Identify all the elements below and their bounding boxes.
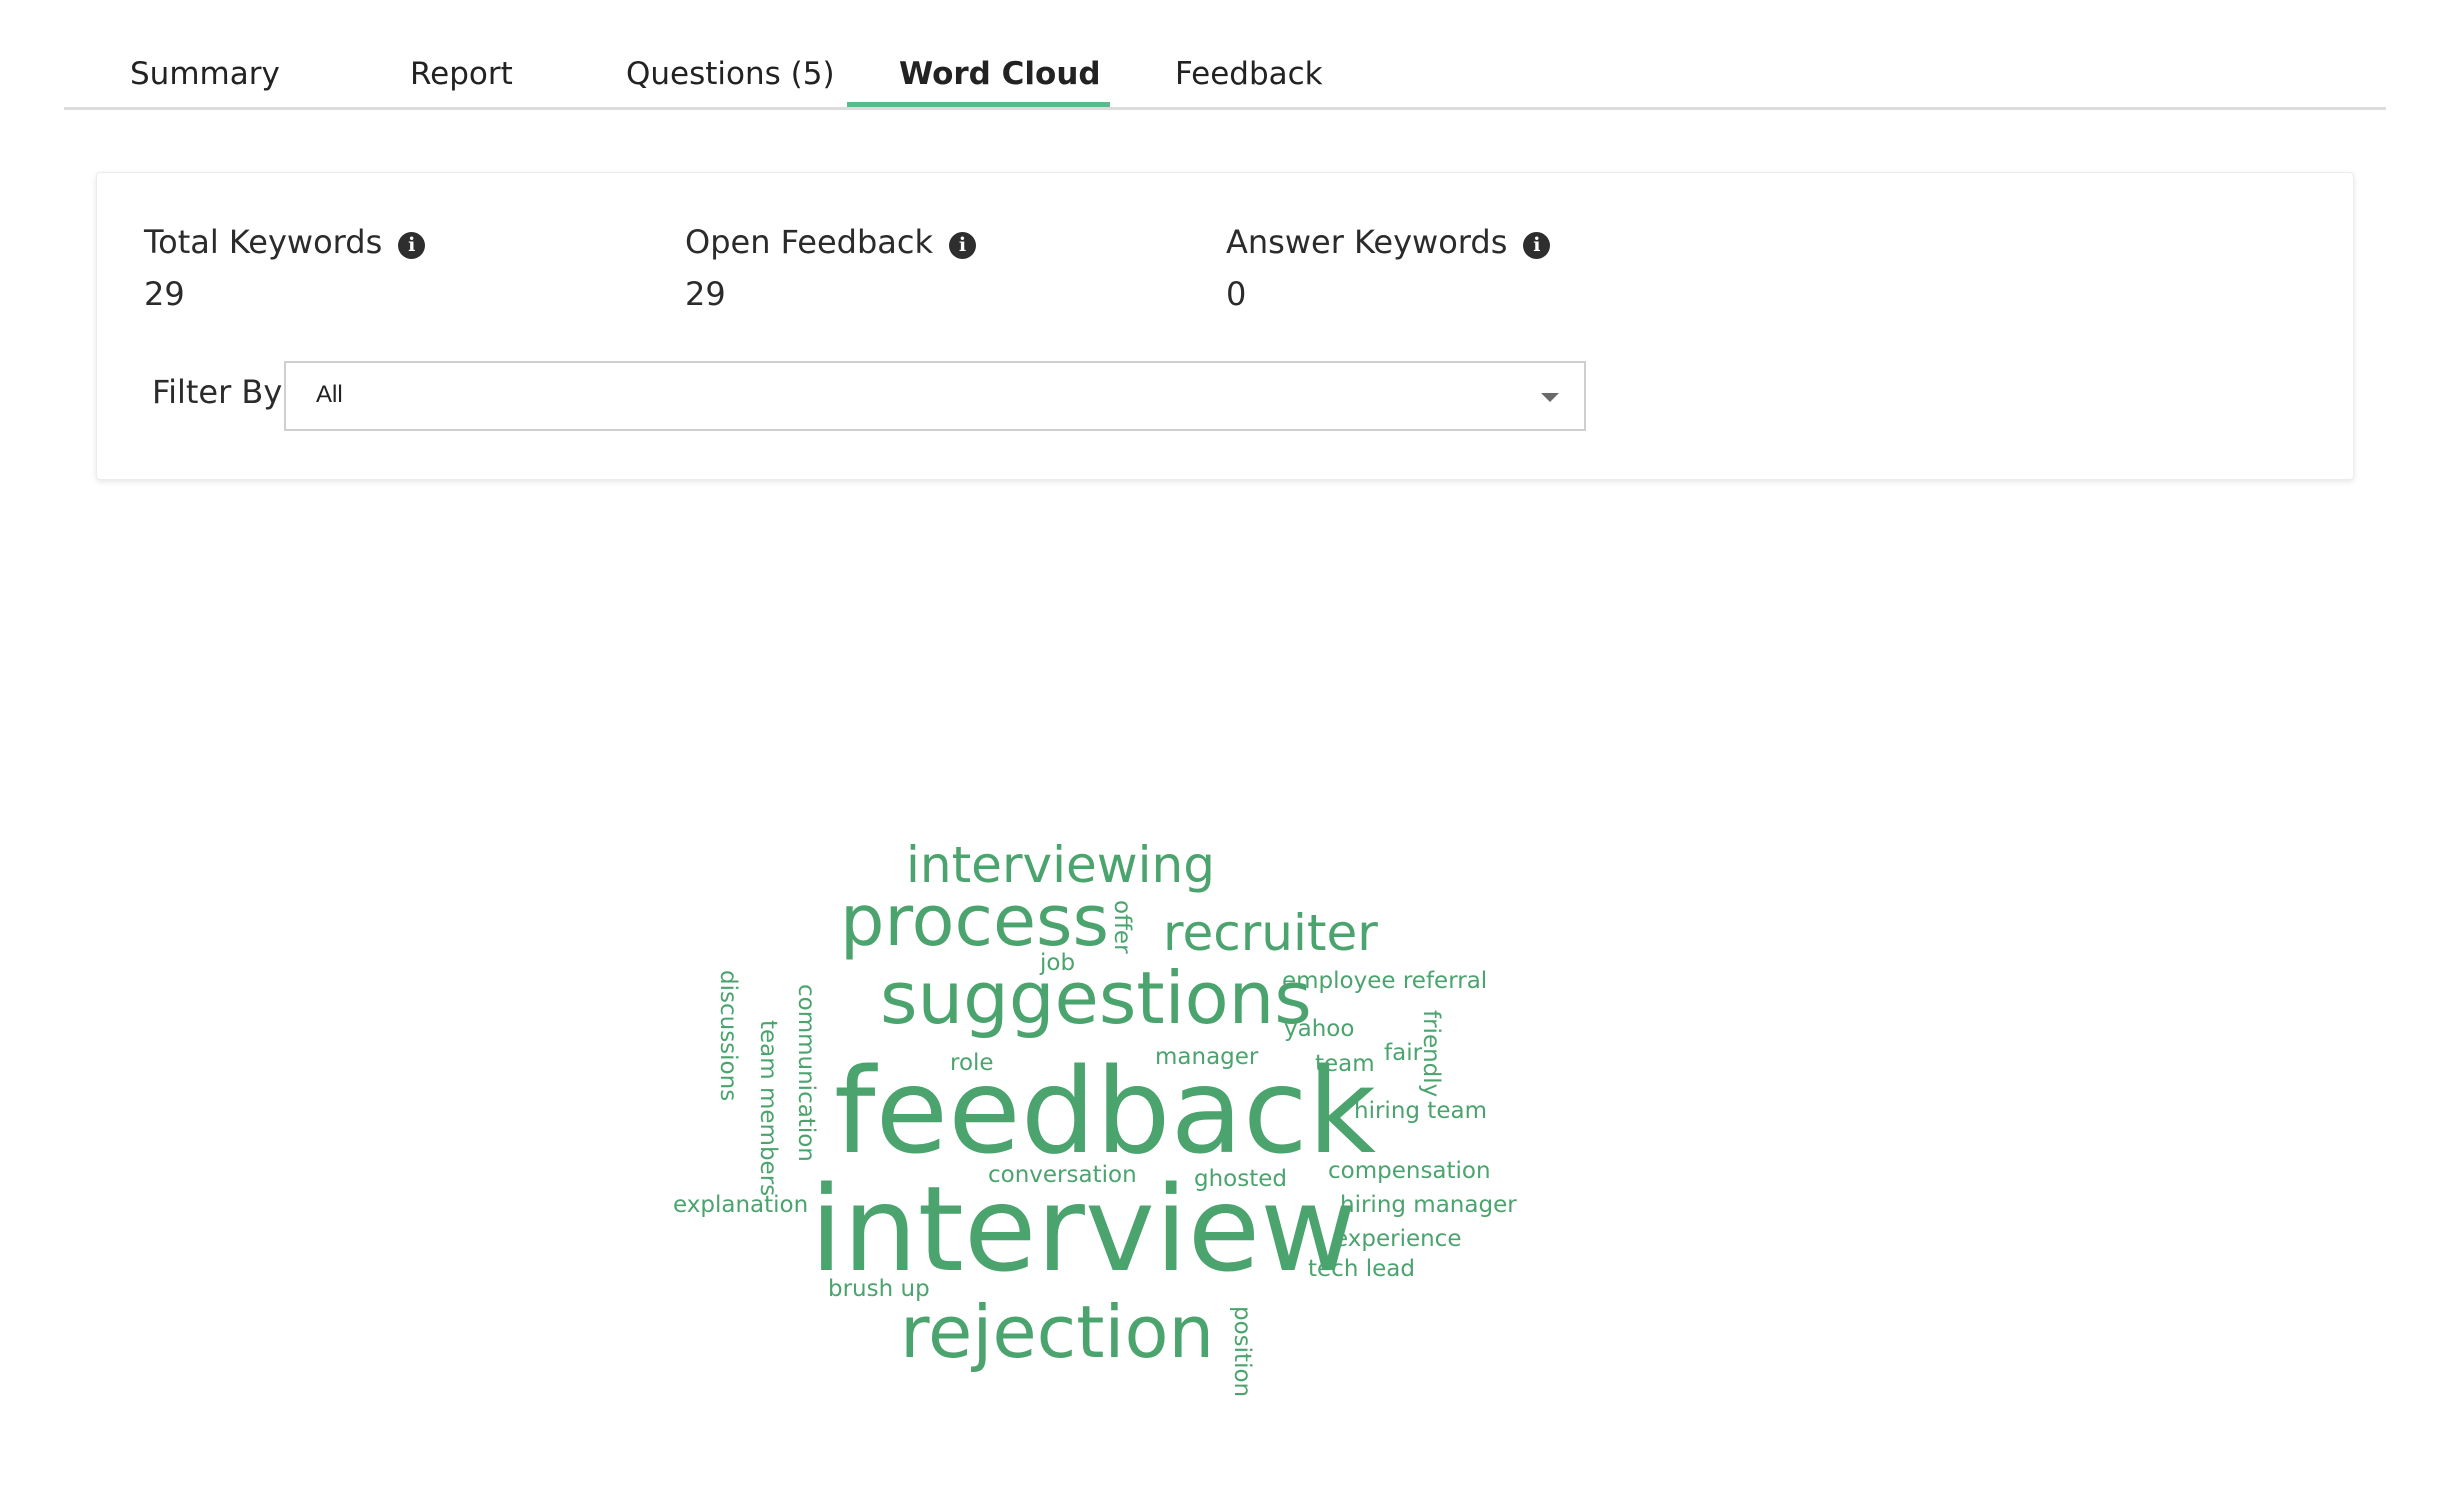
chevron-down-icon xyxy=(1541,393,1559,402)
word-cloud-word: explanation xyxy=(673,1192,809,1218)
tab-word-cloud[interactable]: Word Cloud xyxy=(899,56,1101,92)
tab-bar: Summary Report Questions (5) Word Cloud … xyxy=(64,0,2386,110)
active-tab-indicator xyxy=(847,102,1110,107)
filter-by-label: Filter By xyxy=(152,373,283,411)
word-cloud-word: hiring manager xyxy=(1340,1192,1517,1218)
info-icon[interactable]: i xyxy=(398,231,426,259)
word-cloud-word: team members xyxy=(755,1020,781,1197)
stat-answer-keywords-value: 0 xyxy=(1226,275,1247,313)
word-cloud-word: offer xyxy=(1109,900,1135,954)
stat-open-feedback-value: 29 xyxy=(685,275,726,313)
stat-total-keywords: Total Keywords i 29 xyxy=(144,223,426,313)
stat-total-keywords-value: 29 xyxy=(144,275,185,313)
tab-feedback[interactable]: Feedback xyxy=(1175,56,1323,92)
stat-open-feedback: Open Feedback i 29 xyxy=(685,223,977,313)
word-cloud-word: recruiter xyxy=(1163,904,1378,962)
filter-by-selected-value: All xyxy=(316,381,343,408)
word-cloud-word: experience xyxy=(1334,1226,1462,1252)
word-cloud-word: hiring team xyxy=(1354,1098,1487,1124)
word-cloud-word: communication xyxy=(793,984,819,1162)
word-cloud-word: position xyxy=(1229,1306,1255,1398)
info-icon[interactable]: i xyxy=(1523,231,1551,259)
word-cloud-word: discussions xyxy=(715,970,741,1102)
stat-open-feedback-label: Open Feedback xyxy=(685,223,934,261)
stat-answer-keywords-label: Answer Keywords xyxy=(1226,223,1508,261)
word-cloud-word: yahoo xyxy=(1284,1016,1355,1042)
word-cloud-word: process xyxy=(840,880,1109,962)
word-cloud-word: friendly xyxy=(1418,1010,1444,1098)
tab-report[interactable]: Report xyxy=(410,56,513,92)
stat-total-keywords-label: Total Keywords xyxy=(144,223,383,261)
tab-questions[interactable]: Questions (5) xyxy=(626,56,835,92)
word-cloud-word: suggestions xyxy=(880,956,1312,1040)
keyword-stats-card: Total Keywords i 29 Open Feedback i 29 A… xyxy=(96,172,2354,480)
stat-answer-keywords: Answer Keywords i 0 xyxy=(1226,223,1551,313)
tab-summary[interactable]: Summary xyxy=(130,56,280,92)
word-cloud-word: rejection xyxy=(900,1290,1215,1374)
word-cloud-word: employee referral xyxy=(1282,968,1488,994)
word-cloud-word: tech lead xyxy=(1308,1256,1415,1282)
word-cloud-word: feedback xyxy=(834,1042,1377,1180)
filter-by-select[interactable]: All xyxy=(284,361,1586,431)
word-cloud-word: interview xyxy=(810,1160,1357,1298)
info-icon[interactable]: i xyxy=(949,231,977,259)
word-cloud-word: fair xyxy=(1384,1040,1423,1066)
